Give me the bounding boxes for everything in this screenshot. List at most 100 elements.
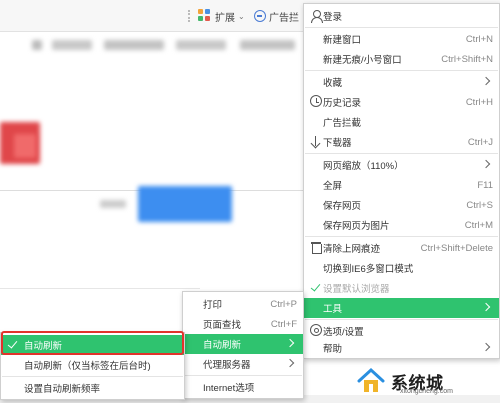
- chevron-right-icon: [481, 159, 491, 169]
- menu-separator: [305, 27, 498, 28]
- menu-item-help[interactable]: 帮助: [304, 338, 499, 358]
- chevron-right-icon: [481, 342, 491, 352]
- blurred-search-button: [138, 186, 232, 222]
- menu-separator: [305, 236, 498, 237]
- menu-label: 页面查找: [203, 320, 242, 331]
- menu-item-proxy-server[interactable]: 代理服务器: [183, 354, 303, 374]
- menu-label: 广告拦截: [323, 118, 362, 129]
- menu-item-auto-refresh-toggle[interactable]: 自动刷新: [1, 335, 184, 355]
- auto-refresh-submenu: 自动刷新 自动刷新（仅当标签在后台时) 设置自动刷新频率: [0, 332, 185, 400]
- menu-label: 历史记录: [323, 98, 362, 109]
- menu-item-auto-refresh[interactable]: 自动刷新: [183, 334, 303, 354]
- menu-label: 保存网页为图片: [323, 221, 390, 232]
- menu-shortcut: Ctrl+S: [466, 199, 493, 211]
- menu-item-clear-history[interactable]: 清除上网痕迹 Ctrl+Shift+Delete: [304, 238, 499, 258]
- toolbar-grip: [188, 10, 190, 22]
- blurred-bookmark: [240, 40, 295, 50]
- blurred-bookmark: [104, 40, 164, 50]
- menu-separator: [305, 153, 498, 154]
- adblock-button[interactable]: 广告拦: [254, 8, 299, 24]
- menu-label: 自动刷新: [24, 341, 63, 352]
- menu-label: 切换到IE6多窗口模式: [323, 264, 414, 275]
- menu-shortcut: Ctrl+H: [465, 96, 493, 108]
- menu-item-new-window[interactable]: 新建窗口 Ctrl+N: [304, 29, 499, 49]
- menu-item-default-browser: 设置默认浏览器: [304, 278, 499, 298]
- menu-item-login[interactable]: 登录: [304, 6, 499, 26]
- menu-separator: [305, 70, 498, 71]
- menu-shortcut: Ctrl+M: [464, 219, 493, 231]
- chevron-right-icon: [285, 338, 295, 348]
- page-divider: [0, 288, 200, 289]
- adblock-label: 广告拦: [269, 12, 299, 24]
- adblock-icon: [254, 10, 266, 22]
- menu-separator: [184, 375, 302, 376]
- check-icon: [310, 281, 323, 294]
- menu-label: 帮助: [323, 344, 343, 355]
- menu-label: 选项/设置: [323, 327, 364, 338]
- house-logo-icon: [356, 366, 386, 396]
- menu-label: 工具: [323, 304, 343, 315]
- blurred-page-logo: [14, 134, 36, 158]
- menu-label: 清除上网痕迹: [323, 244, 381, 255]
- menu-item-save-page[interactable]: 保存网页 Ctrl+S: [304, 195, 499, 215]
- menu-shortcut: Ctrl+Shift+N: [441, 53, 493, 65]
- menu-item-find-in-page[interactable]: 页面查找 Ctrl+F: [183, 314, 303, 334]
- menu-item-fullscreen[interactable]: 全屏 F11: [304, 175, 499, 195]
- menu-shortcut: Ctrl+Shift+Delete: [420, 242, 493, 254]
- menu-label: Internet选项: [203, 383, 255, 394]
- menu-item-tools[interactable]: 工具: [304, 298, 499, 318]
- clock-icon: [310, 95, 322, 107]
- menu-item-auto-refresh-background[interactable]: 自动刷新（仅当标签在后台时): [1, 355, 184, 375]
- blurred-bookmark: [176, 40, 226, 50]
- menu-label: 网页缩放（110%）: [323, 161, 404, 172]
- menu-shortcut: Ctrl+F: [270, 318, 297, 330]
- extensions-grid-icon: [198, 9, 212, 23]
- menu-separator: [2, 376, 183, 377]
- tools-submenu: 打印 Ctrl+P 页面查找 Ctrl+F 自动刷新 代理服务器 Interne…: [182, 291, 304, 399]
- menu-label: 设置默认浏览器: [323, 284, 390, 295]
- menu-label: 新建窗口: [323, 35, 362, 46]
- menu-item-favorites[interactable]: 收藏: [304, 72, 499, 92]
- extensions-label: 扩展: [215, 12, 235, 24]
- menu-label: 登录: [323, 12, 343, 23]
- menu-label: 保存网页: [323, 201, 362, 212]
- menu-label: 自动刷新（仅当标签在后台时): [24, 361, 151, 372]
- menu-label: 设置自动刷新频率: [24, 384, 101, 395]
- blurred-bookmark: [52, 40, 92, 50]
- menu-label: 自动刷新: [203, 340, 242, 351]
- menu-item-ie6-mode[interactable]: 切换到IE6多窗口模式: [304, 258, 499, 278]
- menu-item-internet-options[interactable]: Internet选项: [183, 377, 303, 397]
- menu-item-auto-refresh-frequency[interactable]: 设置自动刷新频率: [1, 378, 184, 398]
- menu-item-save-page-as-image[interactable]: 保存网页为图片 Ctrl+M: [304, 215, 499, 235]
- menu-shortcut: F11: [477, 179, 493, 191]
- menu-item-history[interactable]: 历史记录 Ctrl+H: [304, 92, 499, 112]
- menu-label: 新建无痕/小号窗口: [323, 55, 402, 66]
- check-icon: [7, 338, 20, 351]
- gear-icon: [310, 324, 322, 336]
- extensions-button[interactable]: 扩展 ⌄: [198, 8, 245, 24]
- menu-shortcut: Ctrl+N: [465, 33, 493, 45]
- trash-icon: [310, 241, 323, 254]
- menu-item-adblock[interactable]: 广告拦截: [304, 112, 499, 132]
- browser-main-menu: 登录 新建窗口 Ctrl+N 新建无痕/小号窗口 Ctrl+Shift+N 收藏…: [303, 3, 500, 359]
- chevron-right-icon: [285, 358, 295, 368]
- menu-label: 下载器: [323, 138, 352, 149]
- menu-item-downloads[interactable]: 下载器 Ctrl+J: [304, 132, 499, 152]
- menu-label: 收藏: [323, 78, 343, 89]
- chevron-right-icon: [481, 302, 491, 312]
- menu-shortcut: Ctrl+J: [467, 136, 493, 148]
- chevron-down-icon: ⌄: [238, 11, 245, 21]
- menu-separator: [305, 319, 498, 320]
- blurred-text: [100, 200, 126, 208]
- menu-label: 代理服务器: [203, 360, 251, 371]
- user-icon: [310, 9, 323, 23]
- watermark-domain: xitongcheng.com: [400, 388, 453, 395]
- menu-item-print[interactable]: 打印 Ctrl+P: [183, 294, 303, 314]
- blurred-bookmark: [32, 40, 42, 50]
- menu-shortcut: Ctrl+P: [270, 298, 297, 310]
- menu-item-zoom[interactable]: 网页缩放（110%）: [304, 155, 499, 175]
- menu-item-new-incognito-window[interactable]: 新建无痕/小号窗口 Ctrl+Shift+N: [304, 49, 499, 69]
- chevron-right-icon: [481, 76, 491, 86]
- download-icon: [310, 135, 323, 148]
- menu-label: 打印: [203, 300, 223, 311]
